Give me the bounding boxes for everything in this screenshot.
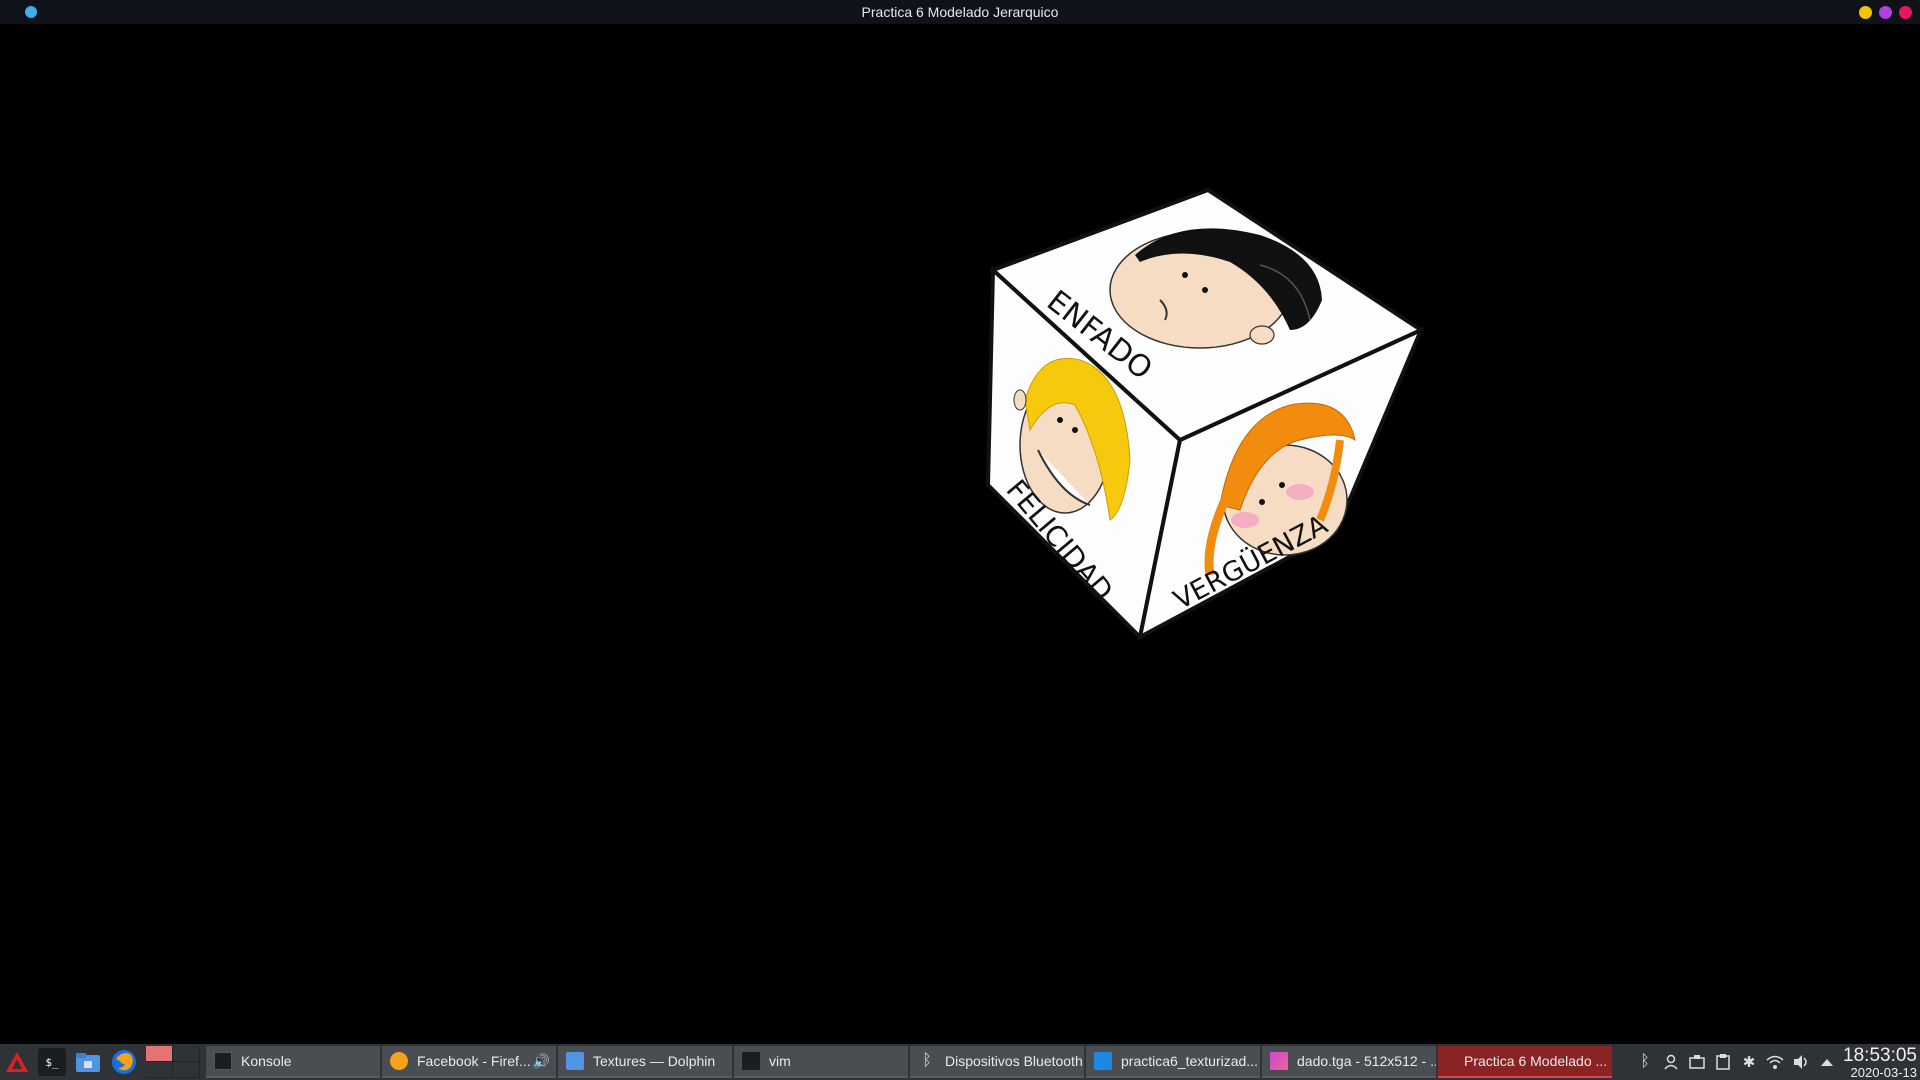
task-label: Dispositivos Bluetooth <box>945 1053 1083 1069</box>
task-vscode[interactable]: practica6_texturizad... <box>1086 1046 1260 1078</box>
user-icon[interactable] <box>1662 1053 1680 1071</box>
dolphin-icon <box>566 1052 584 1070</box>
konsole-icon <box>214 1052 232 1070</box>
bluetooth-icon[interactable]: ᛒ <box>1636 1053 1654 1071</box>
task-label: dado.tga - 512x512 - ... <box>1297 1053 1436 1069</box>
close-button[interactable] <box>1899 6 1912 19</box>
terminal-icon[interactable]: $_ <box>38 1048 66 1076</box>
cube-render: ENFADO FELICIDAD VERGÜENZA <box>985 187 1426 642</box>
wifi-icon[interactable] <box>1766 1053 1784 1071</box>
task-opengl-window[interactable]: Practica 6 Modelado ... <box>1438 1046 1612 1078</box>
task-vim[interactable]: vim <box>734 1046 908 1078</box>
clipboard-icon[interactable] <box>1714 1053 1732 1071</box>
pager-desktop-4[interactable] <box>173 1062 199 1077</box>
task-label: Practica 6 Modelado ... <box>1464 1053 1608 1069</box>
task-label: Textures — Dolphin <box>593 1053 716 1069</box>
maximize-button[interactable] <box>1879 6 1892 19</box>
task-dolphin[interactable]: Textures — Dolphin <box>558 1046 732 1078</box>
pager-desktop-1[interactable] <box>146 1046 172 1061</box>
terminal-icon <box>742 1052 760 1070</box>
task-firefox[interactable]: Facebook - Firef... 🔊 <box>382 1046 556 1078</box>
task-label: Facebook - Firef... <box>417 1053 531 1069</box>
bluetooth-icon: ᛒ <box>922 1052 932 1069</box>
task-label: Konsole <box>241 1053 292 1069</box>
speaker-icon[interactable]: 🔊 <box>533 1053 550 1070</box>
pager-widget[interactable] <box>146 1046 200 1078</box>
opengl-viewport[interactable]: ENFADO FELICIDAD VERGÜENZA <box>0 24 1920 1044</box>
clock[interactable]: 18:53:05 2020-03-13 <box>1843 1044 1917 1079</box>
window-title: Practica 6 Modelado Jerarquico <box>861 4 1059 20</box>
window-titlebar[interactable]: Practica 6 Modelado Jerarquico <box>0 0 1920 24</box>
task-label: practica6_texturizad... <box>1121 1053 1258 1069</box>
volume-icon[interactable] <box>1792 1053 1810 1071</box>
expand-icon[interactable] <box>1818 1053 1836 1071</box>
firefox-icon[interactable] <box>110 1048 138 1076</box>
clock-time: 18:53:05 <box>1843 1045 1917 1066</box>
pager-desktop-2[interactable] <box>173 1046 199 1061</box>
pager-desktop-3[interactable] <box>146 1062 172 1077</box>
device-icon[interactable] <box>1688 1053 1706 1071</box>
task-image-viewer[interactable]: dado.tga - 512x512 - ... <box>1262 1046 1436 1078</box>
firefox-icon <box>390 1052 408 1070</box>
minimize-button[interactable] <box>1859 6 1872 19</box>
vscode-icon <box>1094 1052 1112 1070</box>
task-label: vim <box>769 1053 791 1069</box>
task-bluetooth[interactable]: ᛒ Dispositivos Bluetooth <box>910 1046 1084 1078</box>
network-icon[interactable]: ✱ <box>1740 1053 1758 1071</box>
image-viewer-icon <box>1270 1052 1288 1070</box>
file-manager-icon[interactable] <box>74 1048 102 1076</box>
app-menu-icon[interactable] <box>3 1048 31 1076</box>
taskbar: $_ Konsole Facebook - Firef... 🔊 Texture… <box>0 1044 1920 1080</box>
task-konsole[interactable]: Konsole <box>206 1046 380 1078</box>
clock-date: 2020-03-13 <box>1850 1065 1918 1080</box>
